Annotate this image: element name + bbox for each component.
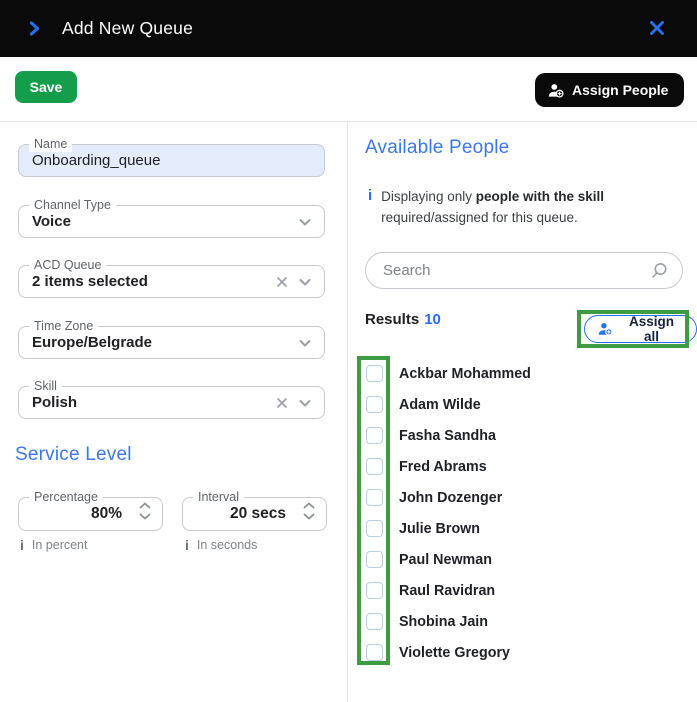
person-name: Shobina Jain bbox=[399, 614, 488, 630]
percentage-value[interactable]: 80% bbox=[91, 498, 122, 530]
column-divider bbox=[347, 121, 348, 702]
interval-hint: i In seconds bbox=[185, 537, 257, 553]
panel-header: Add New Queue bbox=[0, 0, 697, 57]
person-checkbox[interactable] bbox=[366, 582, 383, 599]
people-search bbox=[365, 252, 683, 289]
percentage-stepper[interactable] bbox=[138, 501, 152, 521]
percentage-hint: i In percent bbox=[20, 537, 87, 553]
expand-chevron-icon[interactable] bbox=[26, 20, 43, 37]
assign-people-button[interactable]: Assign People bbox=[535, 73, 684, 107]
info-icon: i bbox=[368, 187, 372, 228]
person-row[interactable]: Fasha Sandha bbox=[366, 420, 531, 451]
search-icon[interactable] bbox=[649, 261, 669, 281]
person-name: John Dozenger bbox=[399, 490, 502, 506]
person-add-icon bbox=[548, 83, 564, 98]
interval-stepper[interactable] bbox=[302, 501, 316, 521]
person-name: Fred Abrams bbox=[399, 459, 487, 475]
name-field[interactable]: Name bbox=[18, 144, 325, 177]
person-checkbox[interactable] bbox=[366, 458, 383, 475]
person-row[interactable]: Fred Abrams bbox=[366, 451, 531, 482]
save-button[interactable]: Save bbox=[15, 71, 77, 103]
clear-icon[interactable] bbox=[275, 396, 289, 410]
person-row[interactable]: Julie Brown bbox=[366, 513, 531, 544]
person-row[interactable]: Raul Ravidran bbox=[366, 575, 531, 606]
person-name: Julie Brown bbox=[399, 521, 480, 537]
person-row[interactable]: John Dozenger bbox=[366, 482, 531, 513]
info-icon: i bbox=[185, 537, 189, 553]
skill-value: Polish bbox=[32, 387, 77, 418]
stepper-down-icon[interactable] bbox=[302, 512, 316, 521]
assign-all-label: Assign all bbox=[620, 314, 683, 344]
person-name: Raul Ravidran bbox=[399, 583, 495, 599]
person-name: Fasha Sandha bbox=[399, 428, 496, 444]
clear-icon[interactable] bbox=[275, 275, 289, 289]
interval-field[interactable]: Interval 20 secs bbox=[182, 497, 327, 531]
skill-filter-info-text: Displaying only people with the skill re… bbox=[381, 186, 604, 228]
acd-queue-select[interactable]: ACD Queue 2 items selected bbox=[18, 265, 325, 298]
stepper-up-icon[interactable] bbox=[138, 501, 152, 510]
person-checkbox[interactable] bbox=[366, 489, 383, 506]
person-row[interactable]: Ackbar Mohammed bbox=[366, 358, 531, 389]
time-zone-value: Europe/Belgrade bbox=[32, 327, 152, 358]
person-name: Adam Wilde bbox=[399, 397, 481, 413]
info-icon: i bbox=[20, 537, 24, 553]
acd-queue-value: 2 items selected bbox=[32, 266, 148, 297]
person-row[interactable]: Shobina Jain bbox=[366, 606, 531, 637]
person-checkbox[interactable] bbox=[366, 613, 383, 630]
person-row[interactable]: Adam Wilde bbox=[366, 389, 531, 420]
chevron-down-icon[interactable] bbox=[296, 394, 314, 412]
channel-type-select[interactable]: Channel Type Voice bbox=[18, 205, 325, 238]
time-zone-select[interactable]: Time Zone Europe/Belgrade bbox=[18, 326, 325, 359]
stepper-down-icon[interactable] bbox=[138, 512, 152, 521]
toolbar-divider bbox=[0, 121, 697, 122]
available-people-heading: Available People bbox=[365, 137, 509, 159]
person-name: Ackbar Mohammed bbox=[399, 366, 531, 382]
search-input[interactable] bbox=[366, 253, 682, 288]
person-checkbox[interactable] bbox=[366, 551, 383, 568]
person-checkbox[interactable] bbox=[366, 644, 383, 661]
chevron-down-icon[interactable] bbox=[296, 213, 314, 231]
service-level-heading: Service Level bbox=[15, 444, 132, 466]
person-row[interactable]: Violette Gregory bbox=[366, 637, 531, 668]
percentage-hint-text: In percent bbox=[32, 538, 88, 552]
person-name: Paul Newman bbox=[399, 552, 492, 568]
skill-filter-info: i Displaying only people with the skill … bbox=[368, 186, 658, 228]
percentage-field[interactable]: Percentage 80% bbox=[18, 497, 163, 531]
interval-value[interactable]: 20 secs bbox=[230, 498, 286, 530]
person-checkbox[interactable] bbox=[366, 365, 383, 382]
skill-select[interactable]: Skill Polish bbox=[18, 386, 325, 419]
results-label: Results bbox=[365, 311, 419, 328]
panel-title: Add New Queue bbox=[62, 0, 193, 57]
person-add-icon bbox=[598, 322, 613, 336]
chevron-down-icon[interactable] bbox=[296, 334, 314, 352]
interval-hint-text: In seconds bbox=[197, 538, 257, 552]
available-people-list: Ackbar Mohammed Adam Wilde Fasha Sandha … bbox=[366, 358, 531, 668]
results-counter: Results 10 bbox=[365, 311, 441, 328]
channel-type-value: Voice bbox=[32, 206, 71, 237]
name-field-label: Name bbox=[29, 137, 72, 152]
assign-people-label: Assign People bbox=[572, 82, 668, 98]
assign-all-button[interactable]: Assign all bbox=[584, 315, 697, 343]
results-count: 10 bbox=[424, 311, 441, 328]
stepper-up-icon[interactable] bbox=[302, 501, 316, 510]
person-checkbox[interactable] bbox=[366, 396, 383, 413]
add-new-queue-panel: Add New Queue Save Assign People Name Ch… bbox=[0, 0, 697, 702]
person-checkbox[interactable] bbox=[366, 520, 383, 537]
person-row[interactable]: Paul Newman bbox=[366, 544, 531, 575]
close-icon[interactable] bbox=[648, 19, 666, 37]
person-checkbox[interactable] bbox=[366, 427, 383, 444]
chevron-down-icon[interactable] bbox=[296, 273, 314, 291]
person-name: Violette Gregory bbox=[399, 645, 510, 661]
